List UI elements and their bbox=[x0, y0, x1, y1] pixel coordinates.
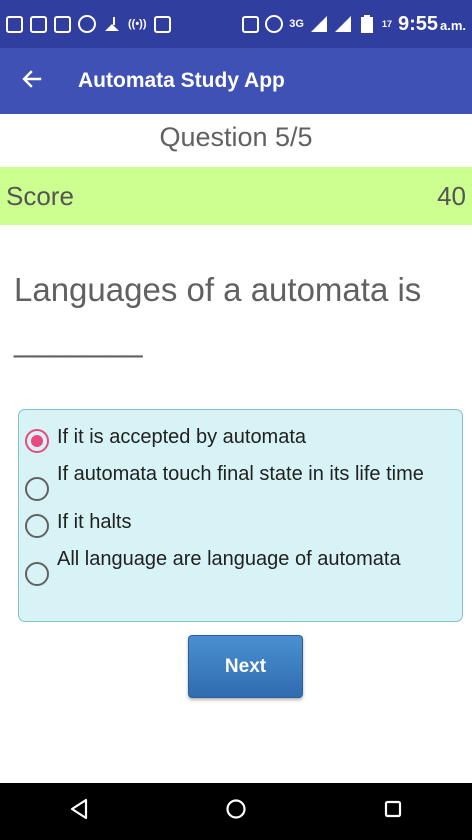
battery-level: 17 bbox=[381, 19, 392, 29]
alert-icon bbox=[30, 15, 47, 33]
broadcast-icon: ((•)) bbox=[128, 18, 147, 30]
radio-button-selected[interactable] bbox=[25, 429, 49, 453]
nav-home-button[interactable] bbox=[206, 783, 266, 840]
message-icon bbox=[54, 15, 71, 33]
triangle-back-icon bbox=[69, 798, 89, 825]
score-label: Score bbox=[6, 180, 74, 211]
whatsapp-icon bbox=[78, 15, 96, 33]
battery-icon bbox=[358, 15, 376, 33]
signal-icon bbox=[310, 15, 328, 33]
navigation-bar bbox=[0, 783, 472, 840]
news-icon bbox=[6, 15, 23, 33]
option-label: If it is accepted by automata bbox=[57, 426, 307, 448]
option-label: If automata touch final state in its lif… bbox=[57, 463, 424, 485]
nav-back-button[interactable] bbox=[49, 783, 109, 840]
status-time: 9:55 a.m. bbox=[397, 12, 466, 35]
radio-button[interactable] bbox=[25, 514, 49, 538]
question-text: Languages of a automata is _______ bbox=[14, 271, 422, 358]
option-label: If it halts bbox=[57, 511, 132, 533]
next-button[interactable]: Next bbox=[188, 635, 303, 698]
option-3[interactable]: If it halts bbox=[25, 511, 456, 538]
arrow-left-icon bbox=[22, 69, 42, 94]
score-value: 40 bbox=[437, 180, 466, 211]
cast-icon bbox=[242, 15, 260, 33]
email-icon bbox=[153, 15, 171, 33]
square-recents-icon bbox=[383, 799, 403, 824]
signal-2-icon bbox=[334, 15, 352, 33]
app-bar: Automata Study App bbox=[0, 48, 472, 114]
hotspot-icon bbox=[265, 15, 284, 33]
radio-button[interactable] bbox=[25, 477, 49, 501]
nav-recents-button[interactable] bbox=[363, 783, 423, 840]
notification-icons: ((•)) bbox=[6, 15, 171, 33]
answer-options: If it is accepted by automata If automat… bbox=[18, 409, 463, 622]
clean-icon bbox=[103, 15, 121, 33]
back-button[interactable] bbox=[0, 48, 64, 114]
option-1[interactable]: If it is accepted by automata bbox=[25, 426, 456, 453]
radio-button[interactable] bbox=[25, 562, 49, 586]
network-type-label: 3G bbox=[289, 18, 304, 30]
question-counter: Question 5/5 bbox=[159, 122, 313, 152]
option-4[interactable]: All language are language of automata bbox=[25, 548, 456, 586]
option-label: All language are language of automata bbox=[57, 548, 401, 570]
status-right: 3G 17 9:55 a.m. bbox=[242, 13, 466, 36]
circle-home-icon bbox=[225, 798, 247, 825]
app-title: Automata Study App bbox=[78, 69, 285, 92]
score-bar: Score 40 bbox=[0, 167, 472, 225]
option-2[interactable]: If automata touch final state in its lif… bbox=[25, 463, 456, 501]
status-bar: ((•)) 3G 17 9:55 a.m. bbox=[0, 0, 472, 48]
